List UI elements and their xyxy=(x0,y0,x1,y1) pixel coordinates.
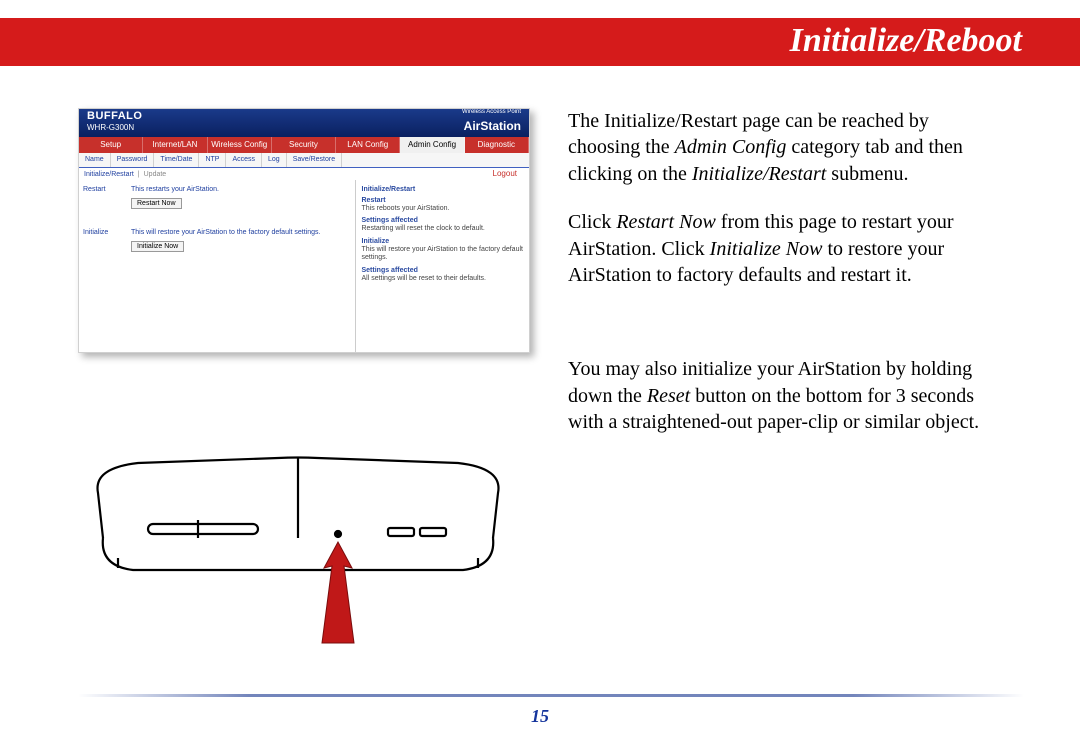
subtab-saverestore[interactable]: Save/Restore xyxy=(287,153,342,167)
side-heading-settings-2: Settings affected xyxy=(362,267,524,274)
device-illustration xyxy=(78,438,518,688)
p1-c: submenu. xyxy=(826,163,908,185)
device-svg xyxy=(78,438,518,688)
initialize-now-button[interactable]: Initialize Now xyxy=(131,241,184,252)
side-heading-main: Initialize/Restart xyxy=(362,186,524,193)
paragraph-1: The Initialize/Restart page can be reach… xyxy=(568,108,998,187)
tab-security[interactable]: Security xyxy=(272,137,336,153)
p1-em2: Initialize/Restart xyxy=(692,163,826,185)
side-heading-initialize: Initialize xyxy=(362,238,524,245)
model-label: WHR-G300N xyxy=(87,123,134,132)
subtab-password[interactable]: Password xyxy=(111,153,155,167)
side-text-3: This will restore your AirStation to the… xyxy=(362,246,524,263)
logout-link[interactable]: Logout xyxy=(493,169,517,178)
active-submenu[interactable]: Initialize/Restart xyxy=(84,171,134,178)
side-heading-restart: Restart xyxy=(362,197,524,204)
initialize-note: This will restore your AirStation to the… xyxy=(131,229,347,236)
manual-page: Initialize/Reboot BUFFALO WHR-G300N Wire… xyxy=(0,0,1080,747)
subtab-timedate[interactable]: Time/Date xyxy=(154,153,199,167)
brand-subtitle: Wireless Access Point xyxy=(462,109,521,115)
p2-em2: Initialize Now xyxy=(710,238,823,260)
screenshot-header: BUFFALO WHR-G300N Wireless Access Point … xyxy=(79,109,529,137)
active-submenu-row: Initialize/Restart | Update xyxy=(79,168,529,180)
sub-tabs: Name Password Time/Date NTP Access Log S… xyxy=(79,153,529,168)
subtab-log[interactable]: Log xyxy=(262,153,287,167)
tab-diagnostic[interactable]: Diagnostic xyxy=(465,137,529,153)
tab-wireless[interactable]: Wireless Config xyxy=(208,137,272,153)
tab-lan-config[interactable]: LAN Config xyxy=(336,137,400,153)
restart-now-button[interactable]: Restart Now xyxy=(131,198,182,209)
restart-note: This restarts your AirStation. xyxy=(131,186,347,193)
side-heading-settings-1: Settings affected xyxy=(362,217,524,224)
tab-admin-config[interactable]: Admin Config xyxy=(400,137,464,153)
admin-screenshot: BUFFALO WHR-G300N Wireless Access Point … xyxy=(78,108,530,353)
subtab-ntp[interactable]: NTP xyxy=(199,153,226,167)
side-text-1: This reboots your AirStation. xyxy=(362,205,524,213)
paragraph-3: You may also initialize your AirStation … xyxy=(568,356,998,435)
title-bar: Initialize/Reboot xyxy=(0,18,1080,66)
active-submenu-2[interactable]: Update xyxy=(144,171,167,178)
side-text-2: Restarting will reset the clock to defau… xyxy=(362,225,524,233)
left-column: BUFFALO WHR-G300N Wireless Access Point … xyxy=(78,108,528,353)
p1-em1: Admin Config xyxy=(675,136,787,158)
spacer xyxy=(568,310,998,334)
p2-em1: Restart Now xyxy=(616,211,715,233)
brand-logo: BUFFALO xyxy=(87,110,142,122)
restart-label: Restart xyxy=(83,186,125,193)
subtab-name[interactable]: Name xyxy=(79,153,111,167)
p2-a: Click xyxy=(568,211,616,233)
content-area: BUFFALO WHR-G300N Wireless Access Point … xyxy=(78,108,1024,687)
main-tabs: Setup Internet/LAN Wireless Config Secur… xyxy=(79,137,529,153)
right-column: The Initialize/Restart page can be reach… xyxy=(568,108,998,458)
paragraph-2: Click Restart Now from this page to rest… xyxy=(568,209,998,288)
page-title: Initialize/Reboot xyxy=(790,22,1022,60)
screenshot-sidebar: Initialize/Restart Restart This reboots … xyxy=(356,180,530,353)
side-text-4: All settings will be reset to their defa… xyxy=(362,275,524,283)
footer-divider xyxy=(78,694,1024,697)
brand-name: AirStation xyxy=(464,119,521,133)
tab-setup[interactable]: Setup xyxy=(79,137,143,153)
restart-row: Restart This restarts your AirStation. R… xyxy=(83,186,347,209)
subtab-access[interactable]: Access xyxy=(226,153,262,167)
p3-em1: Reset xyxy=(647,385,690,407)
tab-internet-lan[interactable]: Internet/LAN xyxy=(143,137,207,153)
initialize-label: Initialize xyxy=(83,229,125,236)
screenshot-main: Restart This restarts your AirStation. R… xyxy=(79,180,356,353)
screenshot-body: Restart This restarts your AirStation. R… xyxy=(79,180,529,353)
initialize-row: Initialize This will restore your AirSta… xyxy=(83,229,347,252)
page-number: 15 xyxy=(0,706,1080,727)
